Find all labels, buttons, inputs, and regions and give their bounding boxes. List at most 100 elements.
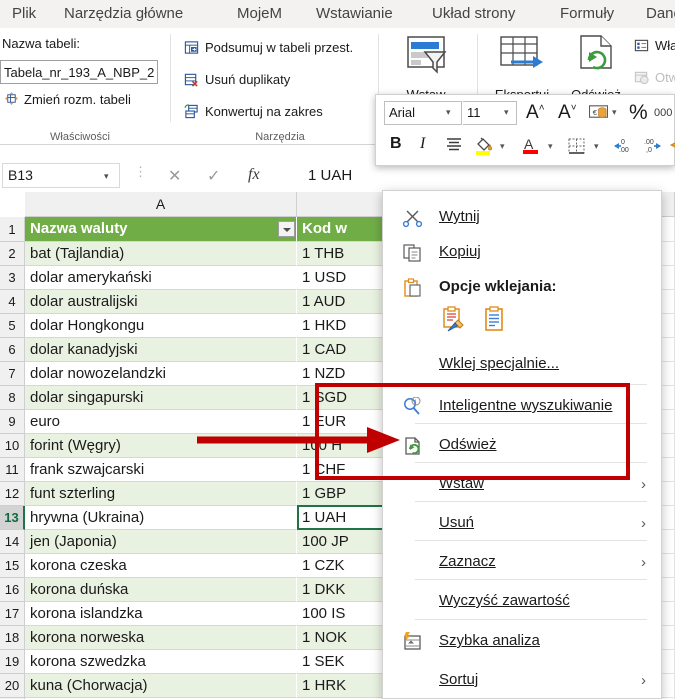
tab-uklad-strony[interactable]: Układ strony [428,0,519,28]
cell-a6[interactable]: dolar kanadyjski [25,338,297,362]
row-header-17[interactable]: 17 [0,602,25,626]
context-menu-item-szybka-analiza[interactable]: Szybka analiza [384,623,661,661]
cell-a13[interactable]: hrywna (Ukraina) [25,506,297,530]
fill-color-chevron-down-icon[interactable]: ▾ [500,141,505,152]
row-header-12[interactable]: 12 [0,482,25,506]
cell-a10[interactable]: forint (Węgry) [25,434,297,458]
row-header-11[interactable]: 11 [0,458,25,482]
cell-a18[interactable]: korona norweska [25,626,297,650]
context-menu-item-wytnij[interactable]: Wytnij [384,199,661,237]
row-header-9[interactable]: 9 [0,410,25,434]
summarize-pivot-button[interactable]: Podsumuj w tabeli przest. [184,40,353,58]
cell-a2[interactable]: bat (Tajlandia) [25,242,297,266]
context-menu-item-wklej-specjalnie[interactable]: Wklej specjalnie... [384,346,661,384]
row-header-5[interactable]: 5 [0,314,25,338]
cell-a9[interactable]: euro [25,410,297,434]
cell-a19[interactable]: korona szwedzka [25,650,297,674]
context-menu-item-zaznacz[interactable]: Zaznacz › [384,544,661,582]
font-color-chevron-down-icon[interactable]: ▾ [548,141,553,152]
row-header-6[interactable]: 6 [0,338,25,362]
cell-a1[interactable]: Nazwa waluty [25,217,297,242]
context-menu-item-wyczysc-zawartosc[interactable]: Wyczyść zawartość [384,583,661,621]
paste-option-values-formatting-button[interactable] [438,306,466,337]
row-header-10[interactable]: 10 [0,434,25,458]
svg-text:,0: ,0 [646,147,652,153]
confirm-entry-button[interactable]: ✓ [207,166,220,186]
row-header-16[interactable]: 16 [0,578,25,602]
cell-a14[interactable]: jen (Japonia) [25,530,297,554]
row-header-18[interactable]: 18 [0,626,25,650]
row-header-7[interactable]: 7 [0,362,25,386]
convert-to-range-button[interactable]: Konwertuj na zakres [184,104,323,122]
grow-font-button[interactable]: A˄ [526,102,545,124]
formula-input[interactable]: 1 UAH [300,163,675,188]
row-header-14[interactable]: 14 [0,530,25,554]
cell-a12[interactable]: funt szterling [25,482,297,506]
resize-table-button[interactable]: Zmień rozm. tabeli [4,91,131,109]
column-header-a[interactable]: A [25,192,297,217]
font-color-button[interactable]: A [522,135,540,159]
percent-style-button[interactable]: % [629,101,648,125]
context-menu-item-usun[interactable]: Usuń › [384,505,661,543]
filter-dropdown-button[interactable] [278,221,295,237]
context-menu-item-sortuj[interactable]: Sortuj › [384,662,661,698]
tab-formuly[interactable]: Formuły [556,0,618,28]
cell-a20[interactable]: kuna (Chorwacja) [25,674,297,698]
connection-properties-button[interactable]: Wła [634,38,675,56]
format-painter-button[interactable] [667,137,675,157]
row-header-8[interactable]: 8 [0,386,25,410]
cancel-entry-button[interactable]: ✕ [168,166,181,186]
svg-text:A: A [524,136,534,152]
shrink-font-button[interactable]: A˅ [558,102,577,124]
tab-wstawianie[interactable]: Wstawianie [312,0,397,28]
row-header-1[interactable]: 1 [0,217,25,242]
cell-a11[interactable]: frank szwajcarski [25,458,297,482]
export-button[interactable]: Eksportuj [486,34,558,102]
paste-option-keep-source-button[interactable] [480,306,508,337]
comma-style-button[interactable]: 000 [654,107,672,119]
context-menu-item-wstaw[interactable]: Wstaw › [384,466,661,504]
row-header-13[interactable]: 13 [0,506,25,530]
cell-a15[interactable]: korona czeska [25,554,297,578]
italic-button[interactable]: I [420,135,425,153]
refresh-ribbon-button[interactable]: Odśwież [562,34,630,102]
row-header-2[interactable]: 2 [0,242,25,266]
row-header-3[interactable]: 3 [0,266,25,290]
insert-function-button[interactable]: fx [248,166,260,184]
name-box[interactable]: B13 [2,163,120,188]
font-name-chevron-down-icon[interactable]: ▾ [446,107,451,118]
accounting-format-button[interactable]: € [588,104,609,124]
formula-bar-grip[interactable]: ⋮ [134,165,147,178]
fill-color-button[interactable] [474,135,494,159]
row-header-15[interactable]: 15 [0,554,25,578]
number-format-chevron-down-icon[interactable]: ▾ [612,107,617,118]
name-box-chevron-down-icon[interactable]: ▾ [104,171,109,182]
context-menu-item-kopiuj[interactable]: Kopiuj [384,234,661,272]
cell-a7[interactable]: dolar nowozelandzki [25,362,297,386]
row-header-19[interactable]: 19 [0,650,25,674]
table-name-input[interactable] [0,60,158,84]
font-size-chevron-down-icon[interactable]: ▾ [504,107,509,118]
cell-a5[interactable]: dolar Hongkongu [25,314,297,338]
bold-button[interactable]: B [390,135,402,153]
tab-mojem[interactable]: MojeM [233,0,286,28]
cell-a3[interactable]: dolar amerykański [25,266,297,290]
context-menu-item-inteligentne-wyszukiwanie[interactable]: i Inteligentne wyszukiwanie [384,388,661,426]
cell-a17[interactable]: korona islandzka [25,602,297,626]
align-center-button[interactable] [446,137,462,155]
context-menu-item-odswiez[interactable]: Odśwież [384,427,661,465]
increase-decimal-button[interactable]: .00 ,0 [641,137,661,157]
borders-button[interactable] [568,138,585,158]
borders-chevron-down-icon[interactable]: ▾ [594,141,599,152]
insert-slicer-button[interactable]: Wstaw [392,34,460,102]
decrease-decimal-button[interactable]: 0 .00 [614,137,634,157]
tab-plik[interactable]: Plik [8,0,40,28]
cell-a4[interactable]: dolar australijski [25,290,297,314]
row-header-20[interactable]: 20 [0,674,25,698]
tab-dane[interactable]: Dane [642,0,675,28]
row-header-4[interactable]: 4 [0,290,25,314]
tab-narzedzia-glowne[interactable]: Narzędzia główne [60,0,187,28]
cell-a16[interactable]: korona duńska [25,578,297,602]
remove-duplicates-button[interactable]: Usuń duplikaty [184,72,290,90]
cell-a8[interactable]: dolar singapurski [25,386,297,410]
